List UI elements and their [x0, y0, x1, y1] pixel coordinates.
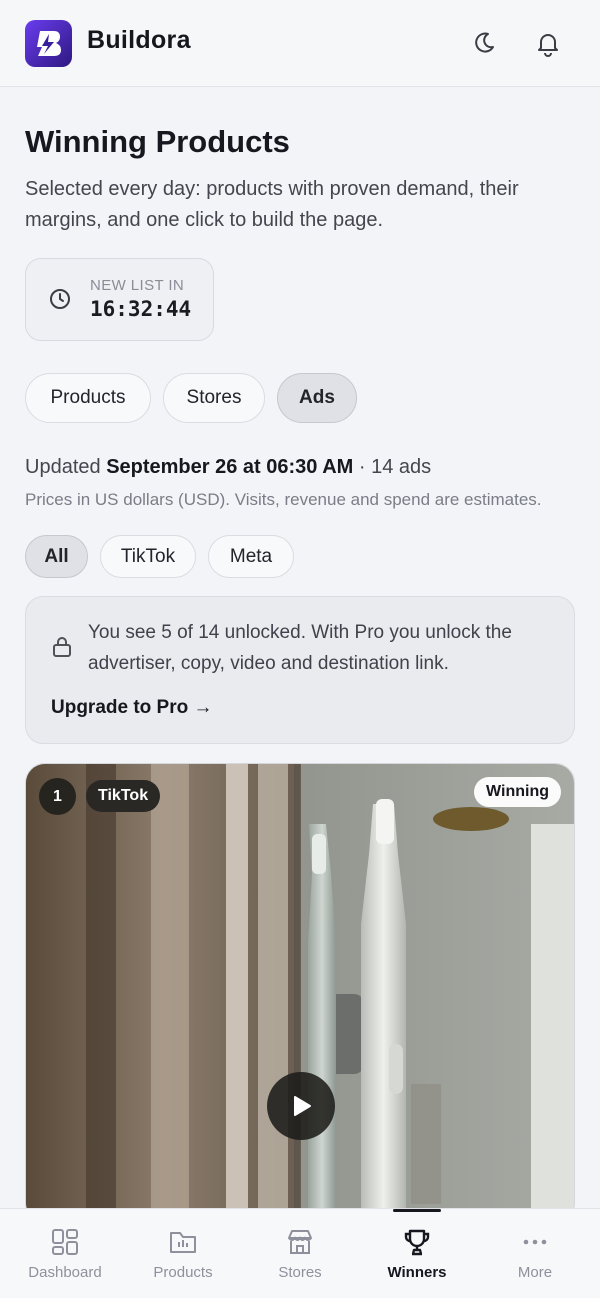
filter-all[interactable]: All — [25, 535, 88, 578]
brand-name: Buildora — [87, 26, 191, 54]
ad-video-thumbnail — [26, 764, 574, 1222]
ad-card[interactable]: 1 TikTok Winning — [25, 763, 575, 1223]
updated-date: September 26 at 06:30 AM — [106, 456, 354, 478]
filter-tiktok[interactable]: TikTok — [100, 535, 196, 578]
tab-products[interactable]: Products — [25, 373, 151, 423]
nav-more[interactable]: More — [475, 1209, 595, 1298]
upgrade-to-pro-link[interactable]: Upgrade to Pro → — [51, 697, 213, 719]
play-button[interactable] — [267, 1072, 335, 1140]
moon-icon[interactable] — [469, 28, 499, 58]
lock-notice-text: You see 5 of 14 unlocked. With Pro you u… — [88, 622, 512, 674]
nav-products[interactable]: Products — [123, 1209, 243, 1298]
ad-platform-badge: TikTok — [86, 780, 161, 812]
filter-meta[interactable]: Meta — [208, 535, 294, 578]
lock-icon — [53, 637, 71, 657]
play-icon — [294, 1096, 311, 1116]
timer-value: 16:32:44 — [90, 297, 192, 321]
nav-stores[interactable]: Stores — [240, 1209, 360, 1298]
nav-stores-label: Stores — [278, 1264, 322, 1281]
ad-count: · 14 ads — [358, 456, 432, 478]
buildora-logo[interactable] — [25, 20, 72, 67]
tab-stores[interactable]: Stores — [163, 373, 265, 423]
timer-label: NEW LIST IN — [90, 277, 185, 294]
nav-more-label: More — [517, 1264, 553, 1281]
active-nav-indicator — [393, 1209, 441, 1212]
nav-winners-label: Winners — [387, 1264, 447, 1281]
nav-winners[interactable]: Winners — [357, 1209, 477, 1298]
updated-status: Updated September 26 at 06:30 AM · 14 ad… — [25, 456, 431, 479]
nav-products-label: Products — [153, 1264, 213, 1281]
page-title: Winning Products — [25, 124, 290, 159]
tab-ads[interactable]: Ads — [277, 373, 357, 423]
new-list-timer: NEW LIST IN 16:32:44 — [25, 258, 214, 341]
ad-rank-badge: 1 — [39, 778, 76, 815]
trophy-icon — [404, 1229, 430, 1256]
winning-badge: Winning — [474, 777, 561, 807]
store-icon — [288, 1230, 312, 1254]
pro-lock-notice: You see 5 of 14 unlocked. With Pro you u… — [25, 596, 575, 744]
clock-icon — [50, 289, 70, 309]
nav-dashboard[interactable]: Dashboard — [5, 1209, 125, 1298]
updated-prefix: Updated — [25, 456, 101, 478]
nav-dashboard-label: Dashboard — [28, 1264, 102, 1281]
folder-icon — [170, 1232, 196, 1253]
more-icon — [523, 1239, 547, 1245]
bottom-nav: Dashboard Products Stores Winners More — [0, 1208, 600, 1298]
bell-icon[interactable] — [533, 28, 563, 58]
grid-icon — [52, 1229, 78, 1255]
page-subtitle: Selected every day: products with proven… — [25, 178, 519, 231]
app-header: Buildora — [0, 0, 600, 87]
price-note: Prices in US dollars (USD). Visits, reve… — [25, 490, 542, 509]
